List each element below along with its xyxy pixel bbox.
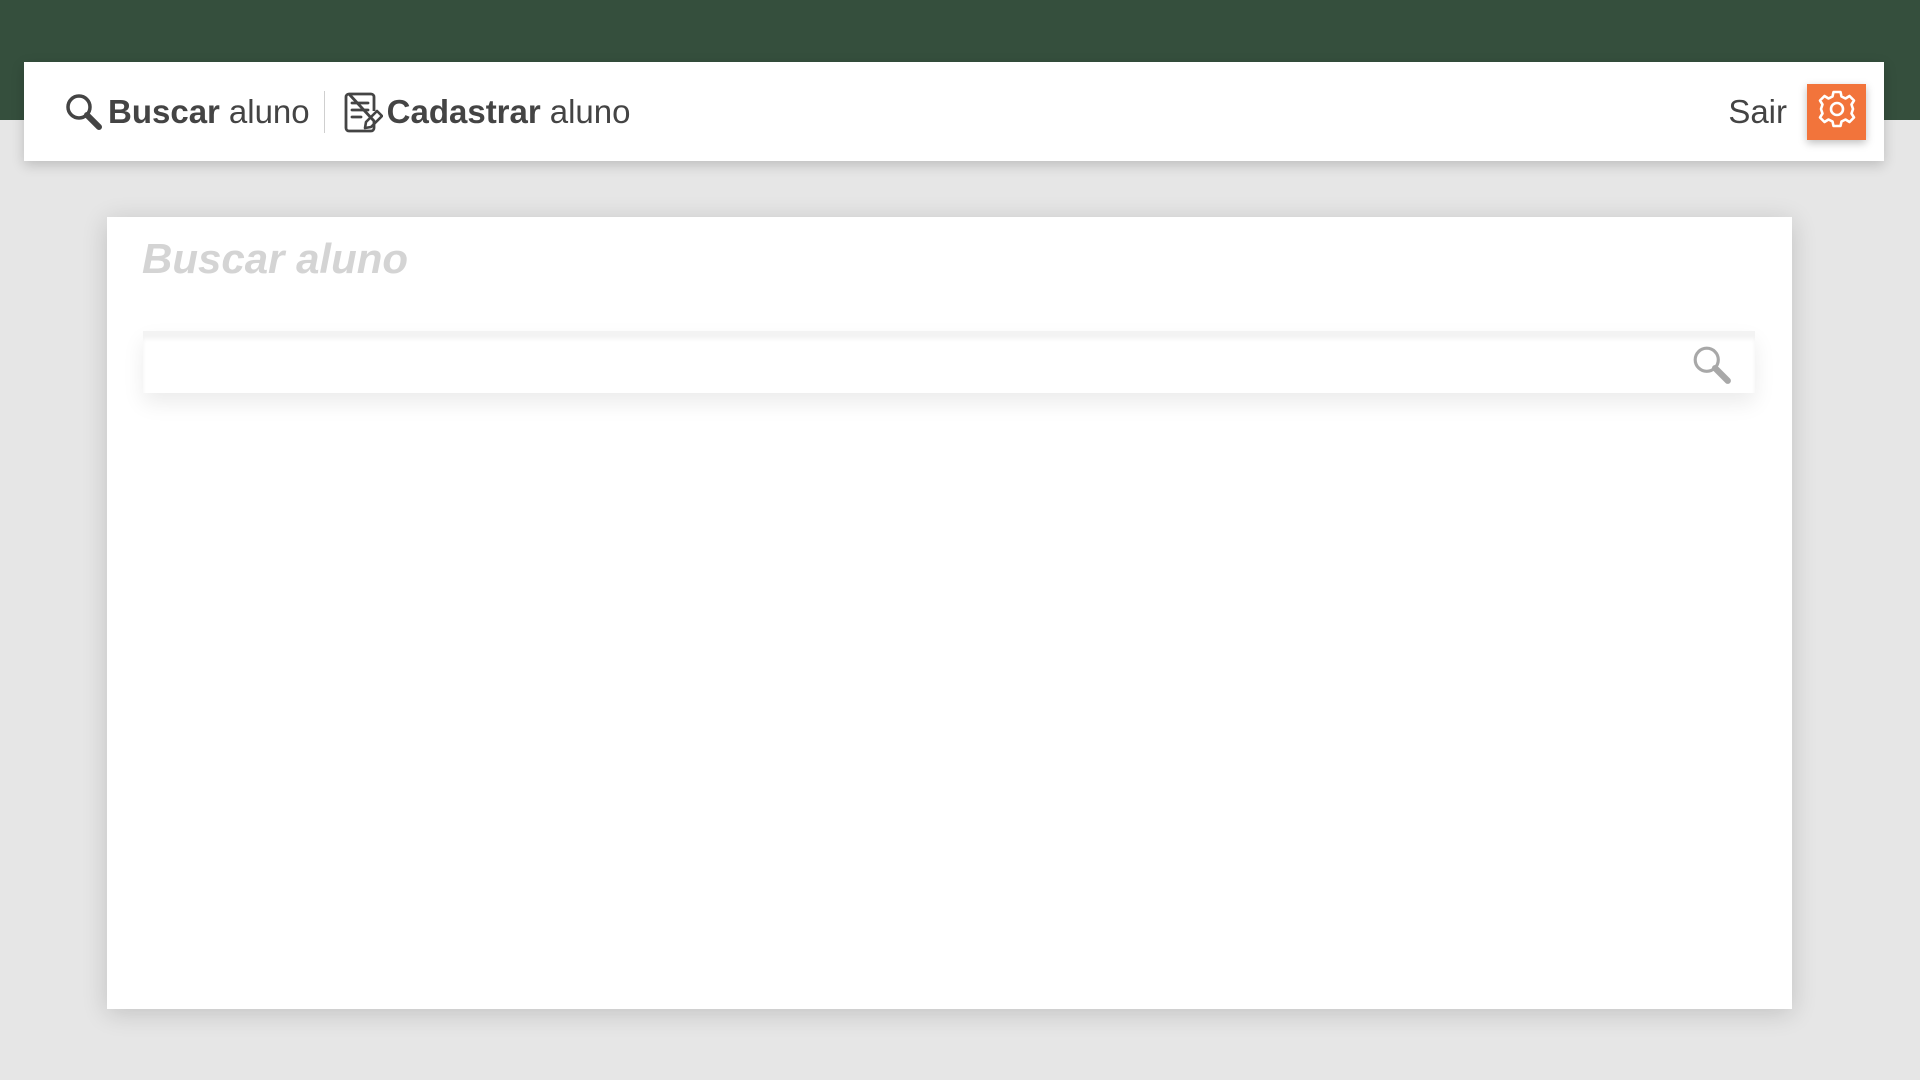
nav-register-student-link[interactable]: Cadastrar aluno bbox=[341, 90, 631, 134]
search-bar bbox=[143, 331, 1755, 393]
search-student-panel: Buscar aluno bbox=[107, 217, 1792, 1009]
nav-search-student-link[interactable]: Buscar aluno bbox=[62, 90, 310, 134]
search-icon bbox=[62, 90, 106, 134]
logout-link[interactable]: Sair bbox=[1728, 93, 1787, 131]
settings-button[interactable] bbox=[1807, 83, 1866, 140]
search-input[interactable] bbox=[143, 335, 1683, 393]
gear-icon bbox=[1815, 87, 1859, 136]
nav-register-light-label: aluno bbox=[549, 92, 631, 130]
top-navbar: Buscar aluno Cadastrar aluno Sair bbox=[24, 62, 1884, 161]
search-icon[interactable] bbox=[1691, 344, 1733, 386]
document-edit-icon bbox=[341, 90, 385, 134]
nav-register-bold-label: Cadastrar bbox=[386, 92, 541, 130]
nav-search-light-label: aluno bbox=[228, 92, 310, 130]
page-title: Buscar aluno bbox=[142, 235, 409, 282]
nav-search-bold-label: Buscar bbox=[108, 92, 220, 130]
nav-divider bbox=[323, 90, 325, 133]
